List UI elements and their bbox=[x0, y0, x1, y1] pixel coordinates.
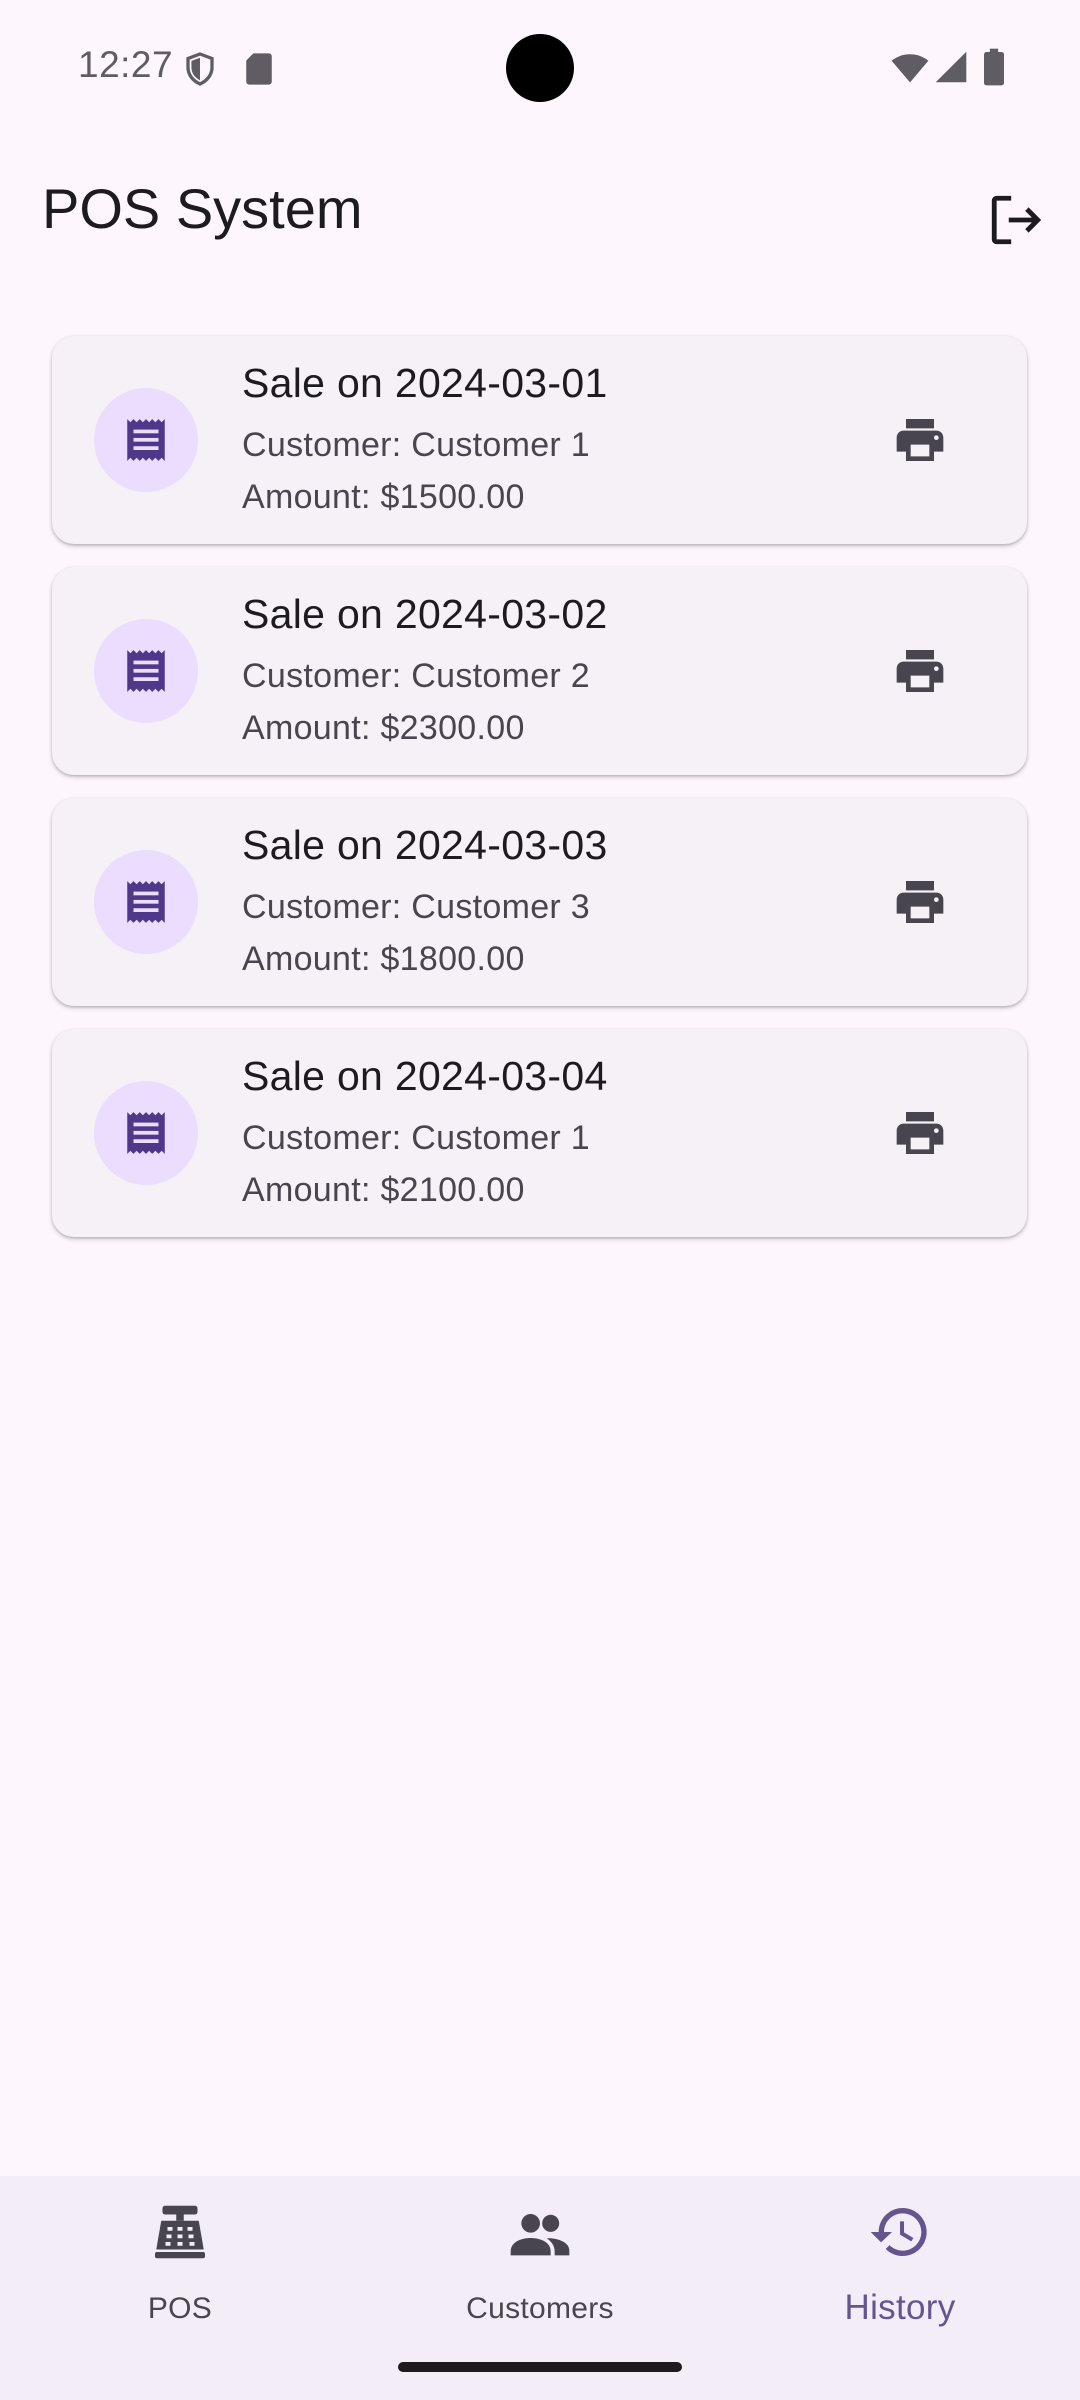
receipt-icon bbox=[127, 881, 165, 923]
sale-title: Sale on 2024-03-03 bbox=[242, 822, 608, 868]
screen: 12:27 POS System Sale on 2024-03-01 Cust… bbox=[0, 0, 1080, 2400]
sale-card[interactable]: Sale on 2024-03-01 Customer: Customer 1 … bbox=[52, 336, 1027, 544]
people-icon bbox=[510, 2214, 570, 2256]
sale-title: Sale on 2024-03-04 bbox=[242, 1053, 608, 1099]
nav-label: Customers bbox=[466, 2292, 614, 2325]
status-time: 12:27 bbox=[78, 44, 174, 85]
print-icon bbox=[896, 650, 944, 692]
sale-card[interactable]: Sale on 2024-03-03 Customer: Customer 3 … bbox=[52, 798, 1027, 1006]
receipt-icon bbox=[127, 1112, 165, 1154]
receipt-avatar bbox=[94, 1081, 198, 1185]
print-button[interactable] bbox=[872, 392, 968, 488]
sale-customer: Customer: Customer 2 bbox=[242, 657, 590, 695]
sales-history-list: Sale on 2024-03-01 Customer: Customer 1 … bbox=[52, 336, 1027, 1260]
camera-cutout bbox=[506, 34, 574, 102]
print-icon bbox=[896, 881, 944, 923]
nav-label: POS bbox=[147, 2292, 213, 2325]
wifi-icon bbox=[891, 54, 929, 83]
print-button[interactable] bbox=[872, 854, 968, 950]
print-button[interactable] bbox=[872, 1085, 968, 1181]
print-icon bbox=[896, 1112, 944, 1154]
sale-customer: Customer: Customer 1 bbox=[242, 426, 590, 464]
print-button[interactable] bbox=[872, 623, 968, 719]
print-icon bbox=[896, 419, 944, 461]
sale-title: Sale on 2024-03-01 bbox=[242, 360, 608, 406]
nav-label: History bbox=[844, 2288, 956, 2327]
sale-customer: Customer: Customer 1 bbox=[242, 1119, 590, 1157]
receipt-avatar bbox=[94, 850, 198, 954]
logout-button[interactable] bbox=[968, 172, 1064, 268]
receipt-icon bbox=[127, 650, 165, 692]
history-icon bbox=[870, 2208, 927, 2256]
sale-amount: Amount: $2300.00 bbox=[242, 709, 525, 747]
sale-customer: Customer: Customer 3 bbox=[242, 888, 590, 926]
cell-signal-icon bbox=[935, 51, 967, 83]
receipt-avatar bbox=[94, 388, 198, 492]
sd-card-icon bbox=[246, 53, 272, 85]
cash-register-icon bbox=[155, 2205, 205, 2259]
shield-icon bbox=[186, 52, 214, 86]
receipt-avatar bbox=[94, 619, 198, 723]
sale-title: Sale on 2024-03-02 bbox=[242, 591, 608, 637]
app-bar: POS System bbox=[0, 150, 1080, 270]
sale-amount: Amount: $2100.00 bbox=[242, 1171, 525, 1209]
sale-card[interactable]: Sale on 2024-03-02 Customer: Customer 2 … bbox=[52, 567, 1027, 775]
receipt-icon bbox=[127, 419, 165, 461]
page-title: POS System bbox=[42, 177, 363, 240]
sale-amount: Amount: $1500.00 bbox=[242, 478, 525, 516]
home-indicator bbox=[398, 2362, 682, 2372]
sale-amount: Amount: $1800.00 bbox=[242, 940, 525, 978]
sale-card[interactable]: Sale on 2024-03-04 Customer: Customer 1 … bbox=[52, 1029, 1027, 1237]
battery-icon bbox=[984, 48, 1004, 86]
status-bar: 12:27 bbox=[0, 0, 1080, 136]
logout-icon bbox=[991, 195, 1042, 245]
